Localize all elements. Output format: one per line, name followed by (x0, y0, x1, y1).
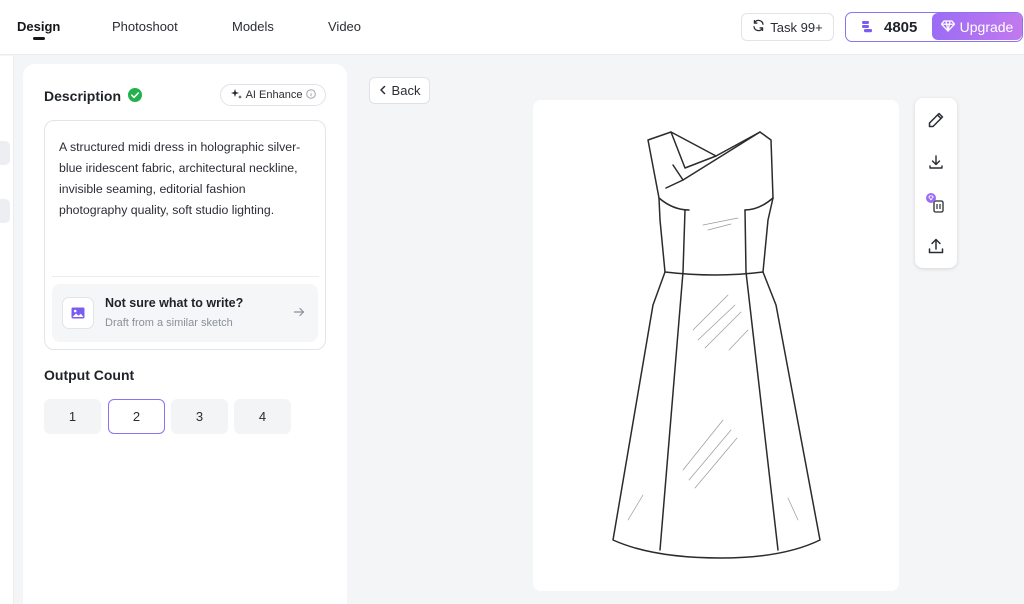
upgrade-button[interactable]: Upgrade (932, 13, 1022, 40)
tab-models[interactable]: Models (232, 19, 274, 34)
output-count-option-3[interactable]: 3 (171, 399, 228, 434)
delete-icon[interactable] (924, 192, 948, 216)
image-toolbar (915, 98, 957, 268)
credits-widget: 4805 Upgrade (845, 12, 1023, 42)
divider (52, 276, 319, 277)
task-label: Task 99+ (770, 19, 823, 35)
left-sidebar-edge (0, 56, 14, 604)
output-count-title: Output Count (44, 367, 135, 383)
active-tab-indicator (33, 37, 45, 40)
arrow-right-icon (293, 305, 305, 323)
sidebar-item[interactable] (0, 141, 10, 165)
output-count-option-4[interactable]: 4 (234, 399, 291, 434)
credits-count: 4805 (884, 19, 918, 36)
pencil-icon[interactable] (924, 108, 948, 132)
download-icon[interactable] (924, 150, 948, 174)
dress-sketch-image (533, 100, 899, 591)
check-circle-icon (128, 88, 142, 107)
upload-icon[interactable] (924, 234, 948, 258)
back-label: Back (391, 83, 421, 98)
ai-enhance-label: AI Enhance (245, 89, 303, 101)
back-button[interactable]: Back (369, 77, 430, 104)
output-count-option-2[interactable]: 2 (108, 399, 165, 434)
chevron-left-icon (379, 83, 387, 98)
sparkle-icon (230, 88, 242, 103)
tab-design[interactable]: Design (17, 19, 60, 34)
draft-from-sketch-button[interactable]: Not sure what to write? Draft from a sim… (52, 284, 318, 342)
task-button[interactable]: Task 99+ (741, 13, 834, 41)
top-nav-bar: Design Photoshoot Models Video Task 99+ … (0, 0, 1024, 55)
info-icon[interactable] (306, 88, 317, 102)
description-textarea[interactable]: A structured midi dress in holographic s… (44, 120, 326, 350)
ai-enhance-button[interactable]: AI Enhance (220, 84, 326, 106)
sidebar-item[interactable] (0, 199, 10, 223)
upgrade-label: Upgrade (959, 18, 1014, 35)
design-settings-panel: Description AI Enhance A structured midi… (23, 64, 347, 604)
coin-stack-icon (860, 20, 874, 40)
refresh-icon (752, 19, 765, 35)
tab-photoshoot[interactable]: Photoshoot (112, 19, 178, 34)
output-count-option-1[interactable]: 1 (44, 399, 101, 434)
tab-video[interactable]: Video (328, 19, 361, 34)
description-text[interactable]: A structured midi dress in holographic s… (59, 137, 317, 221)
suggestion-title: Not sure what to write? (105, 296, 244, 310)
description-title: Description (44, 88, 122, 104)
image-icon (62, 297, 94, 329)
suggestion-subtitle: Draft from a similar sketch (105, 317, 233, 329)
diamond-icon (940, 19, 955, 35)
